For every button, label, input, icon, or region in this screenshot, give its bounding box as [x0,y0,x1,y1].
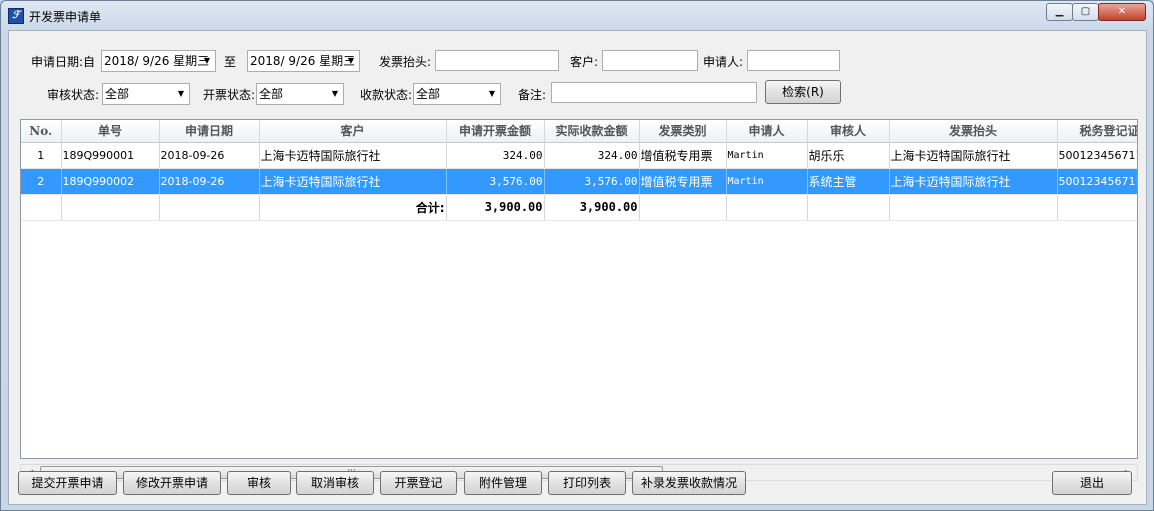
cell-order-no: 189Q990002 [61,168,160,195]
app-icon: ℱ [8,8,24,24]
column-header-actual-amount[interactable]: 实际收款金额 [544,120,640,143]
supplement-collection-button[interactable]: 补录发票收款情况 [632,471,746,495]
exit-button[interactable]: 退出 [1052,471,1132,495]
column-header-invoice-title[interactable]: 发票抬头 [889,120,1058,143]
table-row-selected[interactable]: 2 189Q990002 2018-09-26 上海卡迈特国际旅行社 3,576… [21,168,1137,195]
column-header-no[interactable]: No. [21,120,62,143]
invoicing-status-select[interactable]: 全部 ▼ [256,83,344,105]
attachment-manage-button[interactable]: 附件管理 [464,471,542,495]
search-button[interactable]: 检索(R) [765,80,841,104]
table-header-row: No. 单号 申请日期 客户 申请开票金额 实际收款金额 发票类别 申请人 审核… [21,120,1137,143]
chevron-down-icon: ▼ [203,56,211,65]
customer-input[interactable] [602,50,698,71]
table-row[interactable]: 1 189Q990001 2018-09-26 上海卡迈特国际旅行社 324.0… [21,142,1137,169]
cell-customer: 上海卡迈特国际旅行社 [259,168,447,195]
cell-date: 2018-09-26 [159,168,260,195]
invoicing-status-label: 开票状态: [203,88,256,102]
cell-invoice-type: 增值税专用票 [639,142,727,169]
chevron-down-icon: ▼ [347,56,355,65]
cell-invoice-title: 上海卡迈特国际旅行社 [889,142,1058,169]
total-row: 合计: 3,900.00 3,900.00 [21,194,1137,221]
date-to-picker[interactable]: 2018/ 9/26 星期三 ▼ [247,50,360,72]
close-button[interactable]: ✕ [1098,3,1146,21]
invoicing-status-value: 全部 [259,87,284,101]
to-label: 至 [224,55,237,69]
date-to-value: 2018/ 9/26 星期三 [250,54,356,68]
cell-no: 2 [21,168,62,195]
column-header-order-no[interactable]: 单号 [61,120,160,143]
collection-status-select[interactable]: 全部 ▼ [413,83,501,105]
total-actual-amount: 3,900.00 [544,194,640,221]
cell-apply-amount: 3,576.00 [446,168,545,195]
column-header-date[interactable]: 申请日期 [159,120,260,143]
cell-invoice-title: 上海卡迈特国际旅行社 [889,168,1058,195]
applicant-input[interactable] [747,50,840,71]
print-list-button[interactable]: 打印列表 [548,471,626,495]
invoice-grid[interactable]: No. 单号 申请日期 客户 申请开票金额 实际收款金额 发票类别 申请人 审核… [20,119,1138,459]
chevron-down-icon: ▼ [177,89,185,98]
date-from-picker[interactable]: 2018/ 9/26 星期三 ▼ [101,50,216,72]
chevron-down-icon: ▼ [331,89,339,98]
audit-status-label: 审核状态: [47,88,100,102]
total-apply-amount: 3,900.00 [446,194,545,221]
invoice-application-window: ℱ 开发票申请单 ▁ ▢ ✕ 申请日期:自 2018/ 9/26 星期三 ▼ 至… [0,0,1154,511]
cell-apply-amount: 324.00 [446,142,545,169]
window-title: 开发票申请单 [29,10,102,24]
applicant-label: 申请人: [703,55,744,69]
remark-label: 备注: [518,88,547,102]
collection-status-label: 收款状态: [360,88,413,102]
cell-tax-id: 500123456711800 [1057,168,1137,195]
client-area: 申请日期:自 2018/ 9/26 星期三 ▼ 至 2018/ 9/26 星期三… [8,30,1147,505]
cell-auditor: 系统主管 [807,168,890,195]
column-header-invoice-type[interactable]: 发票类别 [639,120,727,143]
total-label: 合计: [259,194,447,221]
column-header-tax-id[interactable]: 税务登记证 [1057,120,1137,143]
cell-applicant: Martin [726,168,808,195]
cell-customer: 上海卡迈特国际旅行社 [259,142,447,169]
cell-actual-amount: 3,576.00 [544,168,640,195]
remark-input[interactable] [551,82,757,103]
cell-tax-id: 500123456711800 [1057,142,1137,169]
invoice-title-input[interactable] [435,50,559,71]
column-header-applicant[interactable]: 申请人 [726,120,808,143]
cell-auditor: 胡乐乐 [807,142,890,169]
invoice-table: No. 单号 申请日期 客户 申请开票金额 实际收款金额 发票类别 申请人 审核… [21,120,1137,221]
date-label: 申请日期:自 [31,55,96,69]
modify-invoice-request-button[interactable]: 修改开票申请 [123,471,221,495]
cell-applicant: Martin [726,142,808,169]
invoice-register-button[interactable]: 开票登记 [380,471,457,495]
audit-button[interactable]: 审核 [227,471,291,495]
column-header-auditor[interactable]: 审核人 [807,120,890,143]
chevron-down-icon: ▼ [488,89,496,98]
customer-label: 客户: [570,55,599,69]
invoice-title-label: 发票抬头: [379,55,432,69]
audit-status-value: 全部 [105,87,130,101]
cell-actual-amount: 324.00 [544,142,640,169]
submit-invoice-request-button[interactable]: 提交开票申请 [18,471,117,495]
collection-status-value: 全部 [416,87,441,101]
cell-invoice-type: 增值税专用票 [639,168,727,195]
title-bar: ℱ 开发票申请单 ▁ ▢ ✕ [1,1,1153,29]
cell-date: 2018-09-26 [159,142,260,169]
cell-no: 1 [21,142,62,169]
minimize-button[interactable]: ▁ [1046,3,1073,21]
maximize-button[interactable]: ▢ [1072,3,1099,21]
audit-status-select[interactable]: 全部 ▼ [102,83,190,105]
column-header-apply-amount[interactable]: 申请开票金额 [446,120,545,143]
column-header-customer[interactable]: 客户 [259,120,447,143]
cancel-audit-button[interactable]: 取消审核 [296,471,374,495]
date-from-value: 2018/ 9/26 星期三 [104,54,210,68]
cell-order-no: 189Q990001 [61,142,160,169]
